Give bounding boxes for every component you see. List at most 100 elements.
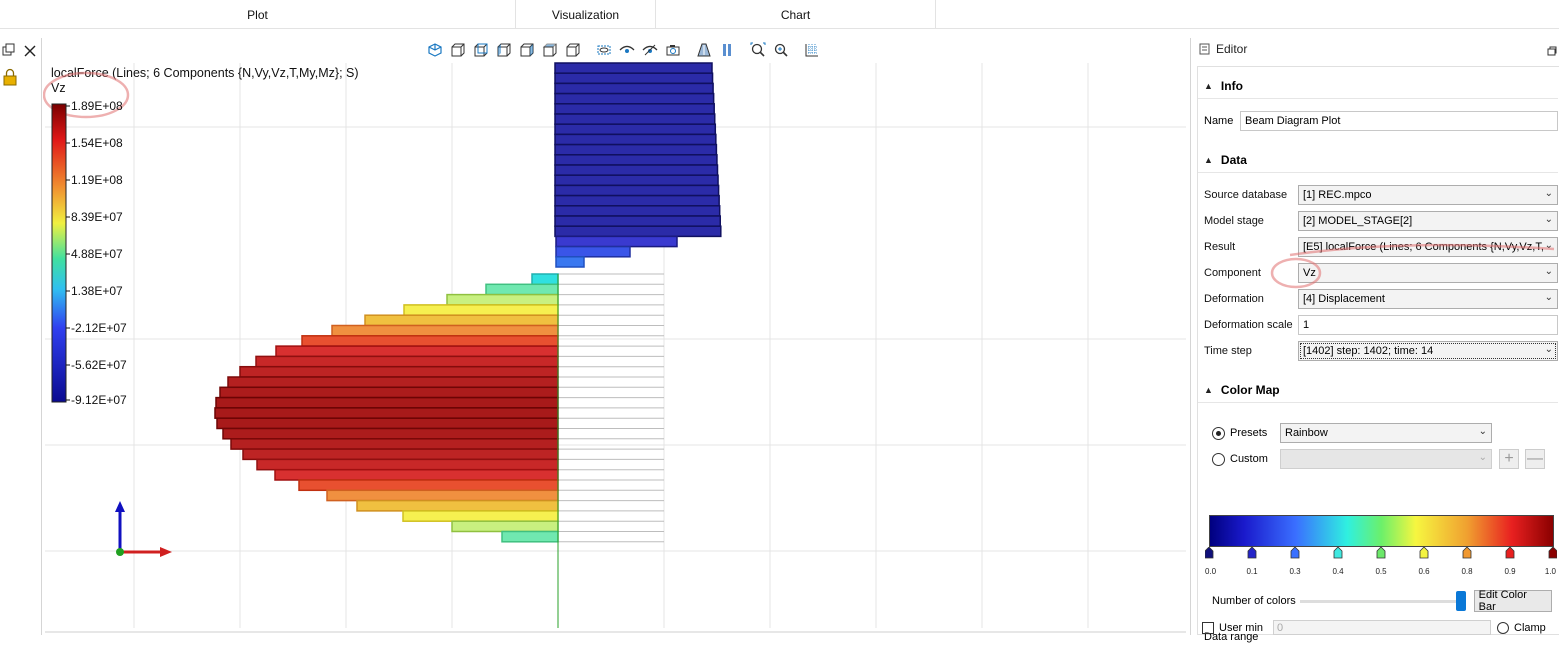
colormap-stop-marker[interactable] [1505, 547, 1515, 559]
name-field[interactable]: Beam Diagram Plot [1240, 111, 1558, 131]
clamp-radio[interactable] [1497, 621, 1509, 634]
colormap-tick-label: 0.8 [1461, 567, 1473, 576]
diagram-bar-positive [446, 293, 559, 306]
eye-hide-icon[interactable] [638, 40, 661, 60]
plot-viewport[interactable]: localForce (Lines; 6 Components {N,Vy,Vz… [43, 38, 1186, 635]
custom-select[interactable]: ⌄ [1280, 449, 1492, 469]
source-database-select[interactable]: [1] REC.mpco ⌄ [1298, 185, 1558, 205]
zoom-fit-icon[interactable] [746, 40, 769, 60]
deformation-value: [4] Displacement [1303, 293, 1385, 305]
view-back-icon[interactable] [469, 40, 492, 60]
num-colors-row: Number of colors Edit Color Bar [1212, 589, 1552, 613]
colormap-stop-marker[interactable] [1462, 547, 1472, 559]
tab-chart[interactable]: Chart [656, 0, 936, 29]
diagram-bar-negative [554, 133, 717, 146]
legend-label-4: 4.88E+07 [71, 247, 123, 261]
remove-icon[interactable]: — [1525, 449, 1545, 469]
camera-icon[interactable] [661, 40, 684, 60]
diagram-bar-positive [227, 376, 559, 389]
colormap-stops: 0.0 0.1 0.3 0.4 0.5 0.6 0.8 0.9 1.0 [1205, 547, 1557, 576]
visibility-rect-icon[interactable] [592, 40, 615, 60]
tab-visualization[interactable]: Visualization [516, 0, 656, 29]
num-colors-label: Number of colors [1212, 595, 1296, 607]
presets-radio[interactable] [1212, 426, 1225, 440]
tab-visualization-label: Visualization [551, 7, 620, 22]
num-colors-slider[interactable] [1299, 591, 1466, 611]
view-bottom-icon[interactable] [561, 40, 584, 60]
presets-select[interactable]: Rainbow ⌄ [1280, 423, 1492, 443]
diagram-bar-negative [555, 235, 678, 248]
legend-colorbar [51, 103, 67, 403]
zoom-in-icon[interactable] [769, 40, 792, 60]
colormap-preview[interactable] [1209, 515, 1554, 547]
tab-plot[interactable]: Plot [0, 0, 516, 29]
diagram-bar-positive [531, 273, 559, 286]
chevron-down-icon: ⌄ [1544, 188, 1553, 199]
grid-toggle-icon[interactable] [800, 40, 823, 60]
float-icon[interactable] [1547, 46, 1557, 56]
colormap-stop-marker[interactable] [1290, 547, 1300, 559]
result-select[interactable]: [E5] localForce (Lines; 6 Components {N,… [1298, 237, 1558, 257]
result-row: Result [E5] localForce (Lines; 6 Compone… [1204, 237, 1558, 257]
view-left-icon[interactable] [492, 40, 515, 60]
diagram-bar-positive [403, 304, 559, 316]
time-step-row: Time step [1402] step: 1402; time: 14 ⌄ [1204, 341, 1558, 361]
add-icon[interactable]: + [1499, 449, 1519, 469]
tab-chart-label: Chart [780, 7, 811, 22]
orthographic-icon[interactable] [715, 40, 738, 60]
deformation-scale-label: Deformation scale [1204, 319, 1293, 331]
view-right-icon[interactable] [515, 40, 538, 60]
colormap-section-title: Color Map [1220, 382, 1280, 397]
diagram-bar-positive [239, 365, 559, 378]
view-iso-icon[interactable] [423, 40, 446, 60]
diagram-bar-positive [255, 355, 559, 368]
close-icon[interactable] [24, 45, 36, 57]
deformation-select[interactable]: [4] Displacement ⌄ [1298, 289, 1558, 309]
colormap-stop-marker[interactable] [1205, 547, 1214, 559]
edit-color-bar-button[interactable]: Edit Color Bar [1473, 589, 1552, 613]
deformation-scale-input[interactable]: 1 [1298, 315, 1558, 335]
slider-handle[interactable] [1455, 591, 1466, 611]
model-stage-select[interactable]: [2] MODEL_STAGE[2] ⌄ [1298, 211, 1558, 231]
custom-label: Custom [1230, 453, 1268, 465]
diagram-bar-positive [256, 458, 559, 471]
diagram-bar-negative [554, 184, 720, 197]
legend-label-6: -2.12E+07 [71, 321, 127, 335]
component-select[interactable]: Vz ⌄ [1298, 263, 1558, 283]
colormap-section-header[interactable]: ▲ Color Map [1198, 377, 1558, 403]
diagram-bar-negative [554, 82, 714, 95]
diagram-bar-negative [554, 143, 718, 156]
view-front-icon[interactable] [446, 40, 469, 60]
editor-body: ▲ Info Name Beam Diagram Plot ▲ Data Sourc… [1197, 66, 1559, 643]
perspective-icon[interactable] [692, 40, 715, 60]
chevron-down-icon: ⌄ [1544, 292, 1553, 303]
diagram-bar-negative [554, 205, 721, 217]
user-min-checkbox[interactable] [1202, 621, 1214, 634]
colormap-stop-marker[interactable] [1376, 547, 1386, 559]
beam-diagram-canvas[interactable]: localForce (Lines; 6 Components {N,Vy,Vz… [43, 38, 1186, 635]
plot-component: Vz [51, 81, 66, 95]
legend-label-0: 1.89E+08 [71, 99, 123, 113]
custom-radio[interactable] [1212, 452, 1225, 466]
restore-icon[interactable] [2, 43, 15, 56]
name-row: Name Beam Diagram Plot [1204, 111, 1558, 131]
colormap-stop-marker[interactable] [1333, 547, 1343, 559]
deformation-label: Deformation [1204, 293, 1264, 305]
info-section-header[interactable]: ▲ Info [1198, 73, 1558, 99]
eye-icon[interactable] [615, 40, 638, 60]
view-top-icon[interactable] [538, 40, 561, 60]
data-section-header[interactable]: ▲ Data [1198, 147, 1558, 173]
user-min-input[interactable]: 0 [1273, 620, 1491, 635]
deformation-scale-row: Deformation scale 1 [1204, 315, 1558, 335]
component-row: Component Vz ⌄ [1204, 263, 1558, 283]
deformation-row: Deformation [4] Displacement ⌄ [1204, 289, 1558, 309]
clamp-label: Clamp [1514, 621, 1546, 634]
user-min-label: User min [1219, 621, 1264, 634]
colormap-stop-marker[interactable] [1419, 547, 1429, 559]
diagram-bar-positive [485, 283, 559, 296]
lock-icon[interactable] [3, 68, 17, 86]
result-label: Result [1204, 241, 1236, 253]
colormap-stop-marker[interactable] [1548, 547, 1557, 559]
colormap-stop-marker[interactable] [1247, 547, 1257, 559]
time-step-select[interactable]: [1402] step: 1402; time: 14 ⌄ [1298, 341, 1558, 361]
